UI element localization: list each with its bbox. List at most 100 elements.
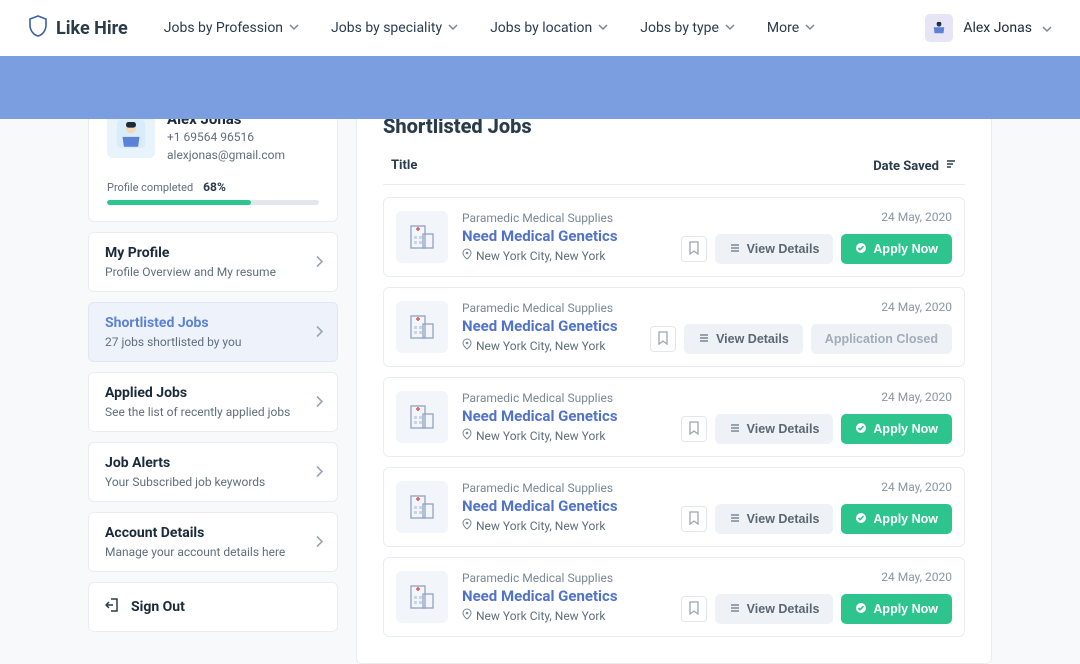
chevron-down-icon (1042, 19, 1052, 38)
profile-email: alexjonas@gmail.com (167, 146, 285, 164)
bookmark-button[interactable] (681, 506, 707, 532)
bookmark-icon (688, 240, 700, 259)
menu-subtitle: Manage your account details here (105, 545, 321, 559)
sign-out-label: Sign Out (131, 599, 185, 615)
sidebar-item[interactable]: Account Details Manage your account detai… (88, 512, 338, 572)
check-circle-icon (855, 512, 867, 527)
apply-now-button[interactable]: Apply Now (841, 504, 952, 534)
hospital-icon (396, 571, 448, 623)
job-location: New York City, New York (462, 518, 667, 533)
check-circle-icon (855, 602, 867, 617)
job-card: Paramedic Medical Supplies Need Medical G… (383, 377, 965, 457)
menu-title: Applied Jobs (105, 385, 321, 401)
job-date: 24 May, 2020 (881, 390, 952, 404)
menu-title: My Profile (105, 245, 321, 261)
bookmark-button[interactable] (681, 416, 707, 442)
job-location: New York City, New York (462, 248, 667, 263)
job-list: Paramedic Medical Supplies Need Medical G… (383, 197, 965, 637)
nav-item[interactable]: Jobs by location (490, 20, 608, 36)
location-pin-icon (462, 518, 472, 533)
menu-title: Shortlisted Jobs (105, 315, 321, 331)
sidebar-item[interactable]: My Profile Profile Overview and My resume (88, 232, 338, 292)
chevron-right-icon (315, 393, 323, 412)
hospital-icon (396, 301, 448, 353)
menu-subtitle: Profile Overview and My resume (105, 265, 321, 279)
job-date: 24 May, 2020 (881, 480, 952, 494)
list-icon (729, 512, 741, 527)
job-date: 24 May, 2020 (881, 570, 952, 584)
bookmark-button[interactable] (681, 236, 707, 262)
chevron-right-icon (315, 253, 323, 272)
job-title[interactable]: Need Medical Genetics (462, 317, 636, 335)
sidebar-item[interactable]: Job AlertsYour Subscribed job keywords (88, 442, 338, 502)
job-title[interactable]: Need Medical Genetics (462, 407, 667, 425)
hospital-icon (396, 391, 448, 443)
job-location: New York City, New York (462, 428, 667, 443)
progress-fill (107, 200, 251, 205)
check-circle-icon (855, 422, 867, 437)
job-card: Paramedic Medical SuppliesNeed Medical G… (383, 557, 965, 637)
menu-subtitle: 27 jobs shortlisted by you (105, 335, 321, 349)
nav-links: Jobs by Profession Jobs by speciality Jobs… (164, 20, 815, 36)
nav-item[interactable]: Jobs by speciality (331, 20, 458, 36)
sidebar-item[interactable]: Shortlisted Jobs 27 jobs shortlisted by y… (88, 302, 338, 362)
list-icon (729, 602, 741, 617)
job-title[interactable]: Need Medical Genetics (462, 587, 667, 605)
sidebar: Alex Jonas +1 69564 96516 alexjonas@gmai… (88, 95, 338, 632)
brand[interactable]: Like Hire (28, 15, 128, 41)
job-title[interactable]: Need Medical Genetics (462, 497, 667, 515)
menu-subtitle: Your Subscribed job keywords (105, 475, 321, 489)
job-date: 24 May, 2020 (881, 210, 952, 224)
location-pin-icon (462, 248, 472, 263)
nav-item[interactable]: More (767, 20, 815, 36)
main-panel: Shortlisted Jobs Title Date Saved Parame… (356, 95, 992, 664)
application-closed-button: Application Closed (811, 324, 952, 354)
hospital-icon (396, 481, 448, 533)
bookmark-icon (688, 510, 700, 529)
apply-now-button[interactable]: Apply Now (841, 414, 952, 444)
progress-bar (107, 200, 319, 205)
profile-phone: +1 69564 96516 (167, 128, 285, 146)
menu-title: Account Details (105, 525, 321, 541)
job-company: Paramedic Medical Supplies (462, 481, 667, 495)
view-details-button[interactable]: View Details (715, 504, 834, 534)
list-icon (729, 422, 741, 437)
apply-now-button[interactable]: Apply Now (841, 234, 952, 264)
bookmark-button[interactable] (650, 326, 676, 352)
view-details-button[interactable]: View Details (715, 414, 834, 444)
job-location: New York City, New York (462, 338, 636, 353)
chevron-down-icon (805, 20, 815, 36)
job-date: 24 May, 2020 (881, 300, 952, 314)
bookmark-button[interactable] (681, 596, 707, 622)
shield-icon (28, 15, 48, 41)
view-details-button[interactable]: View Details (715, 234, 834, 264)
nav-item[interactable]: Jobs by Profession (164, 20, 299, 36)
chevron-right-icon (315, 463, 323, 482)
sidebar-item[interactable]: Applied Jobs See the list of recently app… (88, 372, 338, 432)
location-pin-icon (462, 608, 472, 623)
progress-percent: 68% (203, 180, 226, 194)
bookmark-icon (657, 330, 669, 349)
view-details-button[interactable]: View Details (715, 594, 834, 624)
col-date-sort[interactable]: Date Saved (873, 158, 957, 174)
chevron-down-icon (289, 20, 299, 36)
sign-out-icon (105, 597, 121, 617)
bookmark-icon (688, 420, 700, 439)
job-card: Paramedic Medical SuppliesNeed Medical G… (383, 287, 965, 367)
job-card: Paramedic Medical Supplies Need Medical G… (383, 467, 965, 547)
user-name: Alex Jonas (963, 20, 1032, 36)
view-details-button[interactable]: View Details (684, 324, 803, 354)
chevron-down-icon (725, 20, 735, 36)
chevron-right-icon (315, 323, 323, 342)
sign-out-button[interactable]: Sign Out (88, 582, 338, 632)
bookmark-icon (688, 600, 700, 619)
menu-subtitle: See the list of recently applied jobs (105, 405, 321, 419)
job-company: Paramedic Medical Supplies (462, 391, 667, 405)
user-menu[interactable]: Alex Jonas (925, 14, 1052, 42)
hero-band (0, 56, 1080, 119)
nav-item[interactable]: Jobs by type (640, 20, 735, 36)
job-title[interactable]: Need Medical Genetics (462, 227, 667, 245)
check-circle-icon (855, 242, 867, 257)
apply-now-button[interactable]: Apply Now (841, 594, 952, 624)
sort-icon (945, 158, 957, 174)
